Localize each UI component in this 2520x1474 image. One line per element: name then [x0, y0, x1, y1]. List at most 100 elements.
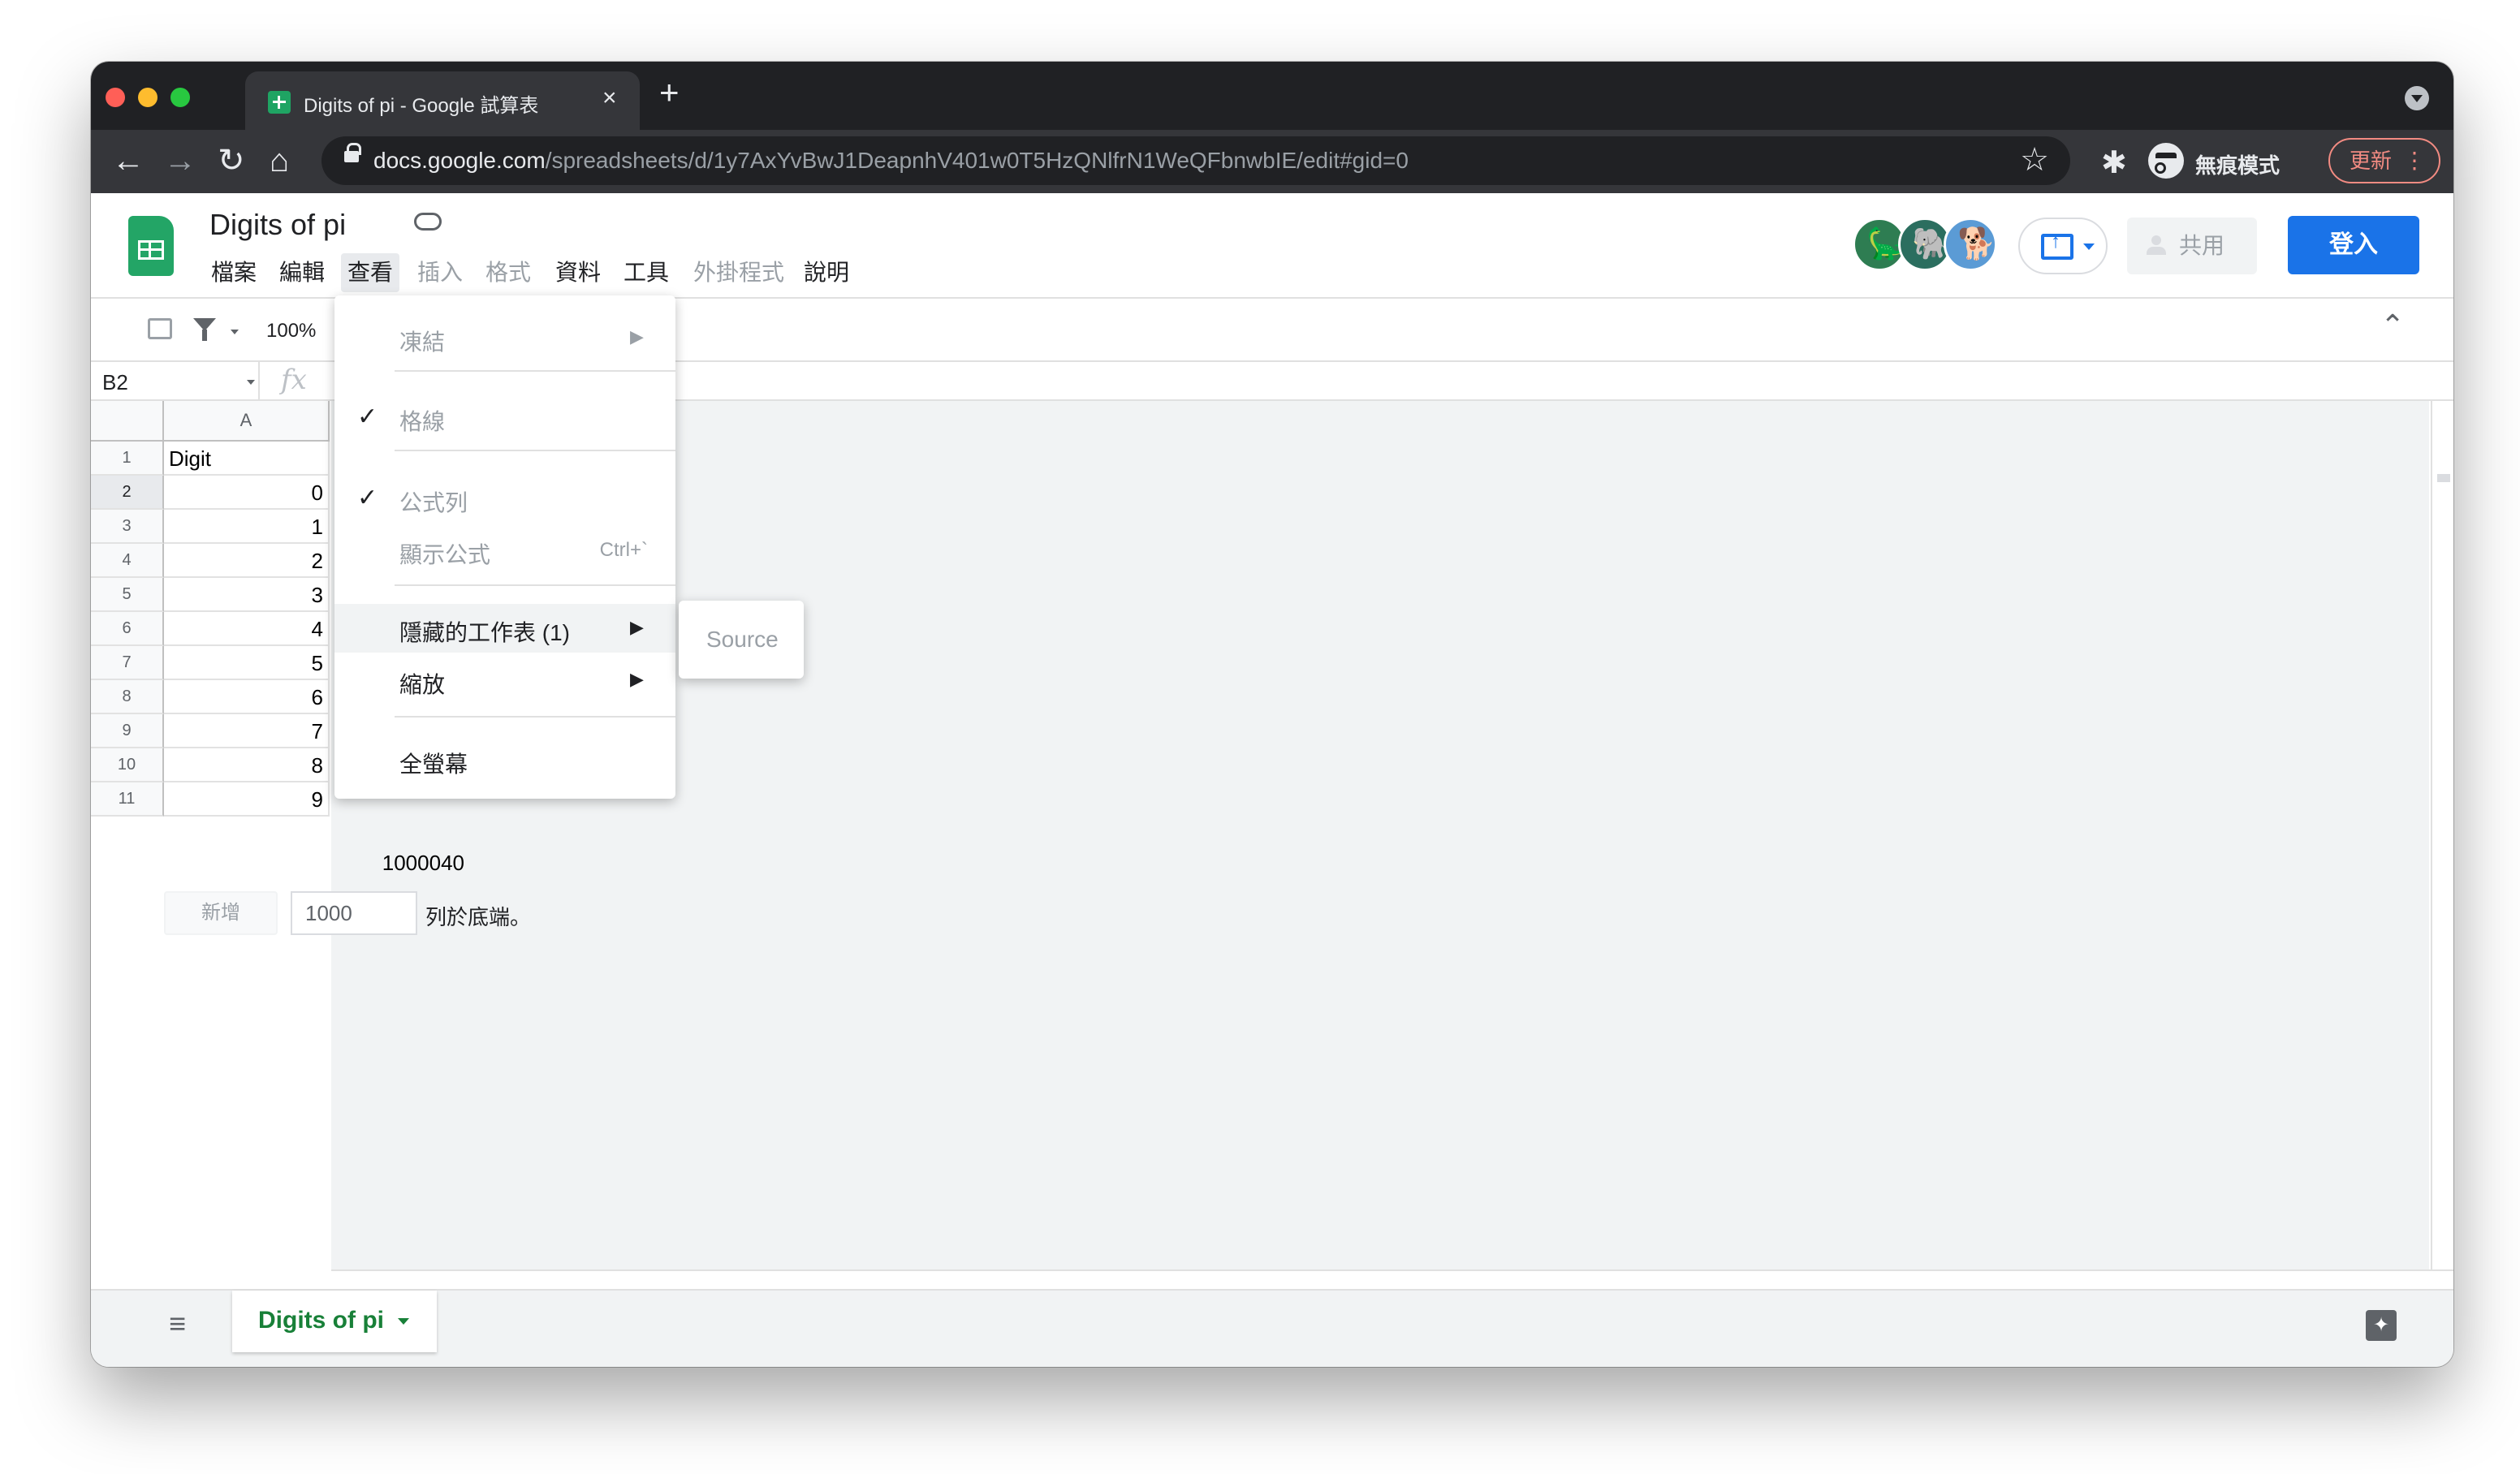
- present-icon: [2041, 231, 2073, 260]
- vertical-scrollbar[interactable]: [2431, 401, 2453, 1349]
- row-header[interactable]: 3: [91, 510, 164, 544]
- browser-tab[interactable]: Digits of pi - Google 試算表 ×: [245, 71, 640, 131]
- table-cell[interactable]: 7: [164, 714, 330, 748]
- cell-a1[interactable]: Digit: [164, 442, 330, 476]
- minimize-window-button[interactable]: [138, 88, 158, 107]
- menu-item-gridlines[interactable]: ✓ 格線: [334, 393, 675, 442]
- menu-tools[interactable]: 工具: [617, 253, 675, 292]
- share-button[interactable]: 共用: [2127, 218, 2257, 274]
- menu-help[interactable]: 說明: [797, 253, 856, 292]
- update-button[interactable]: 更新 ⋮: [2328, 138, 2440, 183]
- add-rows-count-input[interactable]: 1000: [291, 891, 417, 935]
- zoom-select[interactable]: 100%: [266, 320, 316, 343]
- add-rows-suffix: 列於底端。: [425, 905, 532, 929]
- extensions-icon[interactable]: ✱: [2101, 144, 2127, 181]
- menu-item-show-formulas[interactable]: 顯示公式 Ctrl+`: [334, 526, 675, 575]
- check-icon: ✓: [357, 403, 378, 430]
- chevron-down-icon: [2083, 244, 2095, 250]
- row-header[interactable]: 6: [91, 612, 164, 646]
- filter-icon[interactable]: [193, 318, 216, 341]
- menu-item-hidden-sheets[interactable]: 隱藏的工作表 (1) ▶: [334, 604, 675, 653]
- menu-item-zoom[interactable]: 縮放 ▶: [334, 656, 675, 705]
- chevron-down-icon[interactable]: [247, 380, 255, 385]
- close-window-button[interactable]: [106, 88, 125, 107]
- row-header[interactable]: 9: [91, 714, 164, 748]
- chevron-down-icon[interactable]: [231, 330, 239, 334]
- chevron-down-icon[interactable]: [398, 1318, 409, 1325]
- table-cell[interactable]: 9: [164, 782, 330, 817]
- table-cell[interactable]: 0: [164, 476, 330, 510]
- row-header[interactable]: 10: [91, 748, 164, 782]
- scrollbar-thumb[interactable]: [2437, 474, 2450, 482]
- all-sheets-icon[interactable]: ≡: [169, 1307, 186, 1341]
- url-text: docs.google.com/spreadsheets/d/1y7AxYvBw…: [373, 148, 1409, 173]
- back-icon[interactable]: ←: [112, 138, 145, 183]
- table-cell[interactable]: 5: [164, 646, 330, 680]
- print-icon[interactable]: [148, 318, 172, 339]
- row-header[interactable]: 11: [91, 782, 164, 817]
- row-header[interactable]: 2: [91, 476, 164, 510]
- menu-item-fullscreen[interactable]: 全螢幕: [334, 735, 675, 784]
- menu-edit[interactable]: 編輯: [273, 253, 331, 292]
- menu-divider: [395, 716, 675, 718]
- table-cell[interactable]: 3: [164, 578, 330, 612]
- sheet-tab-digits-of-pi[interactable]: Digits of pi: [232, 1291, 437, 1352]
- cloud-status-icon[interactable]: [414, 213, 442, 231]
- menu-item-formula-bar[interactable]: ✓ 公式列: [334, 474, 675, 523]
- cell-b11[interactable]: 1000040: [331, 846, 471, 880]
- avatar[interactable]: 🐕: [1944, 218, 1997, 271]
- row-header[interactable]: 7: [91, 646, 164, 680]
- present-button[interactable]: [2018, 218, 2108, 274]
- reload-icon[interactable]: ↻: [218, 138, 245, 183]
- lock-icon[interactable]: [344, 143, 361, 162]
- more-menu-icon[interactable]: ⋮: [2403, 140, 2426, 182]
- menu-format[interactable]: 格式: [479, 253, 537, 292]
- fx-icon: fx: [281, 364, 307, 396]
- submenu-item-source[interactable]: Source: [679, 615, 804, 664]
- menu-item-freeze[interactable]: 凍結 ▶: [334, 313, 675, 362]
- table-cell[interactable]: 2: [164, 544, 330, 578]
- sheet-tab-label: Digits of pi: [258, 1307, 384, 1334]
- zoom-window-button[interactable]: [170, 88, 190, 107]
- collaborator-avatars: 🦕 🐘 🐕: [1853, 218, 1999, 274]
- menu-divider: [395, 584, 675, 586]
- tab-search-icon[interactable]: [2405, 86, 2429, 110]
- tab-close-icon[interactable]: ×: [602, 84, 617, 112]
- row-header[interactable]: 4: [91, 544, 164, 578]
- menu-file[interactable]: 檔案: [205, 253, 263, 292]
- add-rows-button[interactable]: 新增: [164, 891, 278, 935]
- row-header[interactable]: 8: [91, 680, 164, 714]
- forward-icon[interactable]: →: [164, 138, 196, 183]
- menu-data[interactable]: 資料: [549, 253, 607, 292]
- submenu-arrow-icon: ▶: [630, 617, 644, 637]
- collapse-toolbar-icon[interactable]: ⌃: [2380, 308, 2405, 343]
- table-cell[interactable]: 1: [164, 510, 330, 544]
- view-menu-dropdown: 凍結 ▶ ✓ 格線 ✓ 公式列 顯示公式 Ctrl+` 隱藏的工作表 (1) ▶…: [334, 295, 675, 799]
- sheets-logo-icon[interactable]: [128, 216, 174, 276]
- submenu-arrow-icon: ▶: [630, 326, 644, 347]
- new-tab-icon[interactable]: +: [659, 73, 680, 112]
- menu-insert[interactable]: 插入: [411, 253, 469, 292]
- select-all-corner[interactable]: [91, 401, 164, 442]
- document-title[interactable]: Digits of pi: [209, 208, 346, 242]
- row-header[interactable]: 5: [91, 578, 164, 612]
- menu-addons[interactable]: 外掛程式: [687, 253, 791, 292]
- table-cell[interactable]: 6: [164, 680, 330, 714]
- row-header[interactable]: 1: [91, 442, 164, 476]
- bookmark-star-icon[interactable]: ☆: [2020, 141, 2049, 179]
- column-header-a[interactable]: A: [164, 401, 330, 442]
- check-icon: ✓: [357, 485, 378, 511]
- tab-title: Digits of pi - Google 試算表: [304, 95, 539, 117]
- explore-icon[interactable]: ✦: [2366, 1310, 2397, 1341]
- table-cell[interactable]: 4: [164, 612, 330, 646]
- menu-view[interactable]: 查看: [341, 253, 400, 292]
- horizontal-scrollbar[interactable]: [331, 1269, 2453, 1289]
- address-bar[interactable]: docs.google.com/spreadsheets/d/1y7AxYvBw…: [321, 136, 2070, 185]
- home-icon[interactable]: ⌂: [270, 138, 289, 183]
- signin-button[interactable]: 登入: [2288, 216, 2419, 274]
- table-cell[interactable]: 8: [164, 748, 330, 782]
- hidden-sheets-submenu: Source: [679, 601, 804, 679]
- incognito-label: 無痕模式: [2195, 153, 2281, 178]
- incognito-icon: [2148, 143, 2184, 179]
- name-box[interactable]: B2: [102, 362, 260, 401]
